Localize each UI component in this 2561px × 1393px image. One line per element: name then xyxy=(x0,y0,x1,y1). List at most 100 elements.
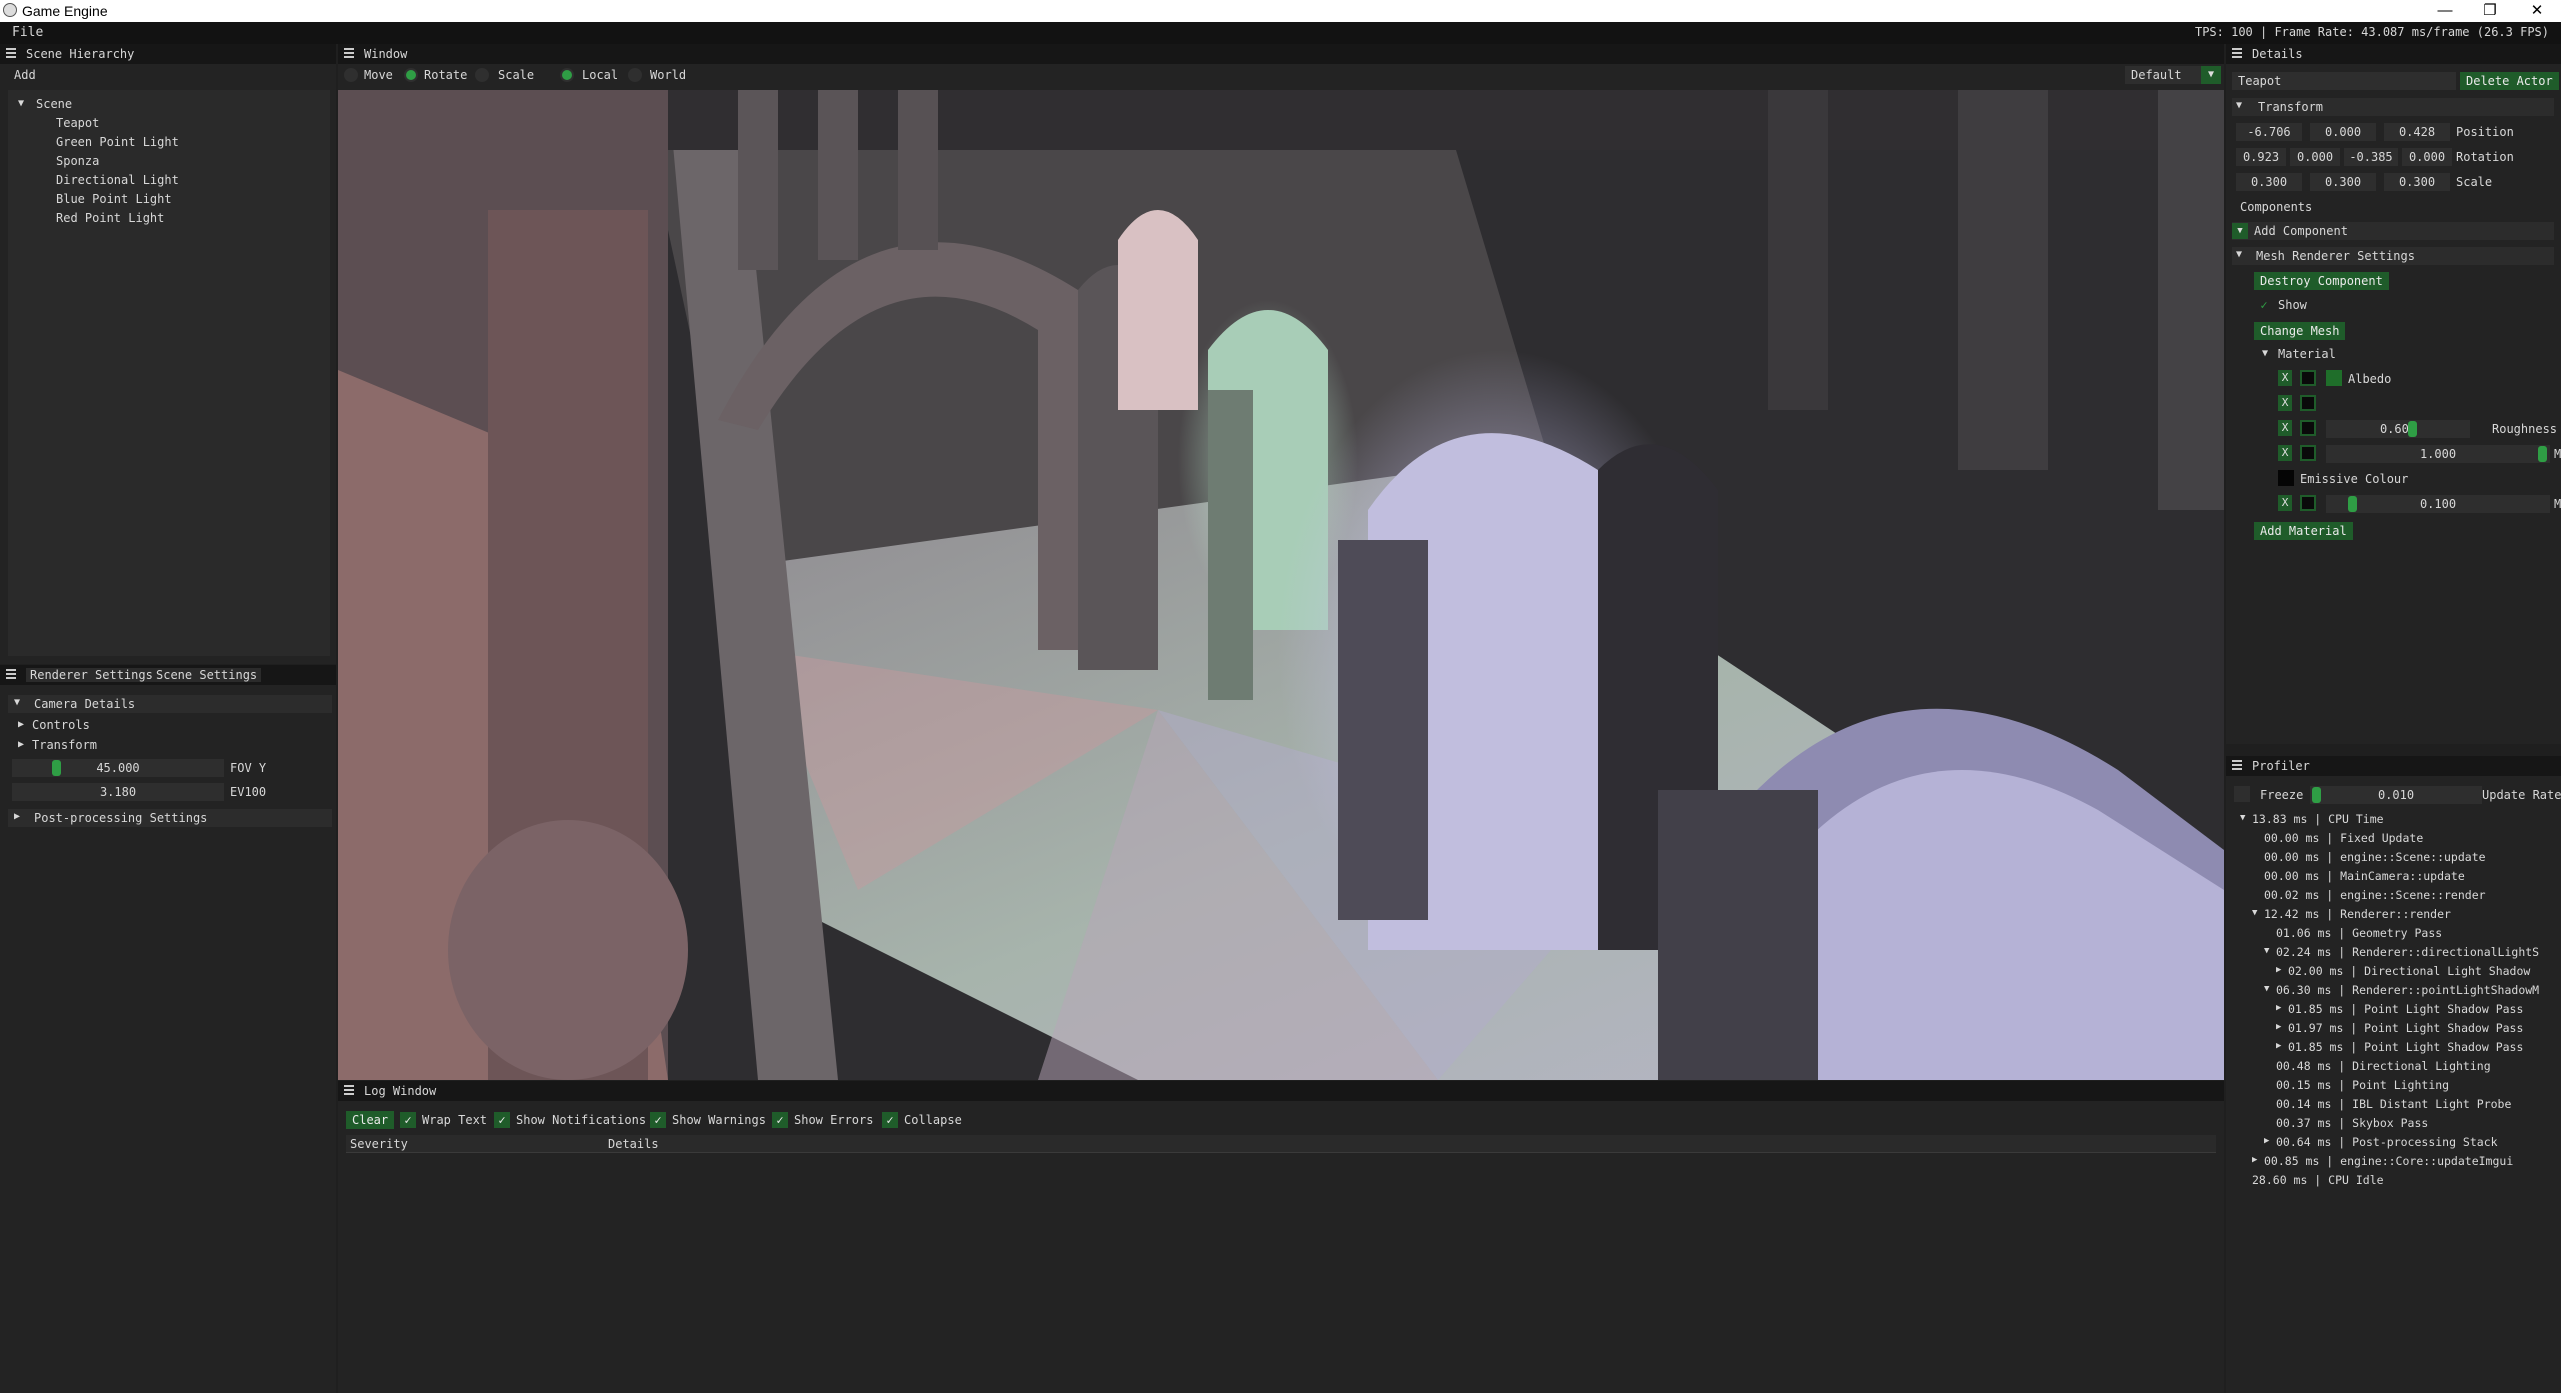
material-expand-icon[interactable]: ▼ xyxy=(2262,348,2268,359)
show-notifications-checkbox[interactable]: ✓ xyxy=(494,1112,510,1128)
tree-item[interactable]: Green Point Light xyxy=(56,135,179,149)
albedo-texture-slot[interactable] xyxy=(2300,370,2316,386)
emissive-strength-slider[interactable]: 0.100 xyxy=(2326,495,2550,513)
tree-expand-icon[interactable]: ▼ xyxy=(18,98,24,109)
fov-slider[interactable]: 45.000 xyxy=(12,759,224,777)
slider-knob[interactable] xyxy=(2538,446,2547,462)
clear-button[interactable]: Clear xyxy=(346,1111,395,1129)
radio-rotate[interactable] xyxy=(404,68,418,82)
scale-x[interactable]: 0.300 xyxy=(2236,173,2302,191)
collapse-checkbox[interactable]: ✓ xyxy=(882,1112,898,1128)
minimize-button[interactable]: — xyxy=(2430,1,2460,21)
freeze-checkbox[interactable] xyxy=(2234,786,2250,802)
slider-knob[interactable] xyxy=(52,760,61,776)
collapse-icon[interactable] xyxy=(344,1085,354,1098)
collapse-icon[interactable] xyxy=(2232,760,2242,773)
roughness-slider[interactable]: 0.600 xyxy=(2326,420,2470,438)
tree-toggle-icon[interactable]: ▼ xyxy=(2240,813,2245,823)
change-mesh-button[interactable]: Change Mesh xyxy=(2254,322,2346,340)
tree-root-scene[interactable]: Scene xyxy=(36,97,72,111)
postprocessing-header[interactable]: ▶ Post-processing Settings xyxy=(8,809,332,827)
emissive-texture-slot[interactable] xyxy=(2300,495,2316,511)
emissive-color-swatch[interactable] xyxy=(2278,470,2294,486)
collapse-icon[interactable] xyxy=(2232,48,2242,61)
add-menu[interactable]: Add xyxy=(14,68,36,82)
transform-node[interactable]: Transform xyxy=(32,738,97,752)
tree-item[interactable]: Blue Point Light xyxy=(56,192,172,206)
tree-toggle-icon[interactable]: ▼ xyxy=(2264,984,2269,994)
maximize-button[interactable]: ❐ xyxy=(2475,1,2505,21)
transform-arrow-icon[interactable]: ▶ xyxy=(18,739,24,750)
add-component-row[interactable]: ▼ Add Component xyxy=(2232,222,2554,240)
tree-item[interactable]: Teapot xyxy=(56,116,99,130)
position-y[interactable]: 0.000 xyxy=(2310,123,2376,141)
metallic-slider[interactable]: 1.000 xyxy=(2326,445,2550,463)
x-button[interactable]: X xyxy=(2278,445,2292,461)
scale-z[interactable]: 0.300 xyxy=(2384,173,2450,191)
rotation-z[interactable]: -0.385 xyxy=(2344,148,2398,166)
show-warnings-checkbox[interactable]: ✓ xyxy=(650,1112,666,1128)
tree-toggle-icon[interactable]: ▶ xyxy=(2276,965,2281,975)
slider-knob[interactable] xyxy=(2348,496,2357,512)
transform-header[interactable]: ▼ Transform xyxy=(2232,98,2554,116)
radio-local[interactable] xyxy=(560,68,574,82)
tree-item[interactable]: Directional Light xyxy=(56,173,179,187)
wrap-text-checkbox[interactable]: ✓ xyxy=(400,1112,416,1128)
radio-scale[interactable] xyxy=(475,68,489,82)
x-button[interactable]: X xyxy=(2278,395,2292,411)
collapse-icon[interactable] xyxy=(6,669,16,682)
chevron-down-icon[interactable]: ▼ xyxy=(2201,66,2221,84)
close-button[interactable]: ✕ xyxy=(2522,1,2552,21)
mesh-renderer-header[interactable]: ▼ Mesh Renderer Settings xyxy=(2232,247,2554,265)
profiler-row[interactable]: 02.00 ms | Directional Light Shadow xyxy=(2288,964,2530,978)
rotation-y[interactable]: 0.000 xyxy=(2290,148,2340,166)
x-button[interactable]: X xyxy=(2278,495,2292,511)
scale-y[interactable]: 0.300 xyxy=(2310,173,2376,191)
rotation-x[interactable]: 0.923 xyxy=(2236,148,2286,166)
radio-world[interactable] xyxy=(628,68,642,82)
x-button[interactable]: X xyxy=(2278,420,2292,436)
profiler-row[interactable]: 00.64 ms | Post-processing Stack xyxy=(2276,1135,2498,1149)
camera-select[interactable]: Default ▼ xyxy=(2125,66,2221,84)
tree-toggle-icon[interactable]: ▼ xyxy=(2264,946,2269,956)
scene-viewport[interactable] xyxy=(338,90,2224,1080)
slider-knob[interactable] xyxy=(2408,421,2417,437)
col-severity[interactable]: Severity xyxy=(350,1137,408,1151)
radio-move[interactable] xyxy=(344,68,358,82)
albedo-color-swatch[interactable] xyxy=(2326,370,2342,386)
actor-name-field[interactable]: Teapot xyxy=(2232,72,2456,90)
slider-knob[interactable] xyxy=(2312,787,2321,803)
delete-actor-button[interactable]: Delete Actor xyxy=(2460,72,2559,90)
profiler-row[interactable]: 13.83 ms | CPU Time xyxy=(2252,812,2384,826)
normal-texture-slot[interactable] xyxy=(2300,395,2316,411)
tab-scene-settings[interactable]: Scene Settings xyxy=(152,668,262,682)
profiler-row[interactable]: 01.85 ms | Point Light Shadow Pass xyxy=(2288,1040,2523,1054)
show-checkbox[interactable]: ✓ xyxy=(2256,297,2272,313)
tree-item[interactable]: Sponza xyxy=(56,154,99,168)
controls-arrow-icon[interactable]: ▶ xyxy=(18,719,24,730)
profiler-row[interactable]: 01.97 ms | Point Light Shadow Pass xyxy=(2288,1021,2523,1035)
col-details[interactable]: Details xyxy=(608,1137,659,1151)
ev100-field[interactable]: 3.180 xyxy=(12,783,224,801)
profiler-row[interactable]: 12.42 ms | Renderer::render xyxy=(2264,907,2451,921)
rotation-w[interactable]: 0.000 xyxy=(2402,148,2452,166)
menu-file[interactable]: File xyxy=(12,25,43,40)
tree-toggle-icon[interactable]: ▶ xyxy=(2252,1155,2257,1165)
tree-toggle-icon[interactable]: ▶ xyxy=(2276,1003,2281,1013)
tree-toggle-icon[interactable]: ▼ xyxy=(2252,908,2257,918)
position-x[interactable]: -6.706 xyxy=(2236,123,2302,141)
camera-details-header[interactable]: ▼ Camera Details xyxy=(8,695,332,713)
tree-item[interactable]: Red Point Light xyxy=(56,211,164,225)
tree-toggle-icon[interactable]: ▶ xyxy=(2276,1041,2281,1051)
profiler-row[interactable]: 06.30 ms | Renderer::pointLightShadowM xyxy=(2276,983,2539,997)
profiler-row[interactable]: 01.85 ms | Point Light Shadow Pass xyxy=(2288,1002,2523,1016)
collapse-icon[interactable] xyxy=(344,48,354,61)
tab-renderer-settings[interactable]: Renderer Settings xyxy=(26,668,157,682)
profiler-row[interactable]: 00.85 ms | engine::Core::updateImgui xyxy=(2264,1154,2513,1168)
dropdown-arrow-icon[interactable]: ▼ xyxy=(2232,223,2248,239)
roughness-texture-slot[interactable] xyxy=(2300,420,2316,436)
profiler-row[interactable]: 02.24 ms | Renderer::directionalLightS xyxy=(2276,945,2539,959)
metallic-texture-slot[interactable] xyxy=(2300,445,2316,461)
x-button[interactable]: X xyxy=(2278,370,2292,386)
add-material-button[interactable]: Add Material xyxy=(2254,522,2353,540)
